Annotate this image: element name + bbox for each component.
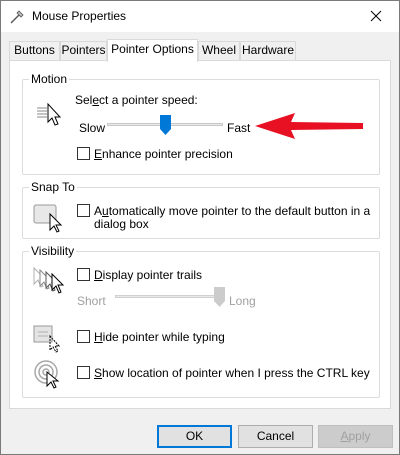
tab-pointers[interactable]: Pointers [60, 41, 107, 60]
snap-to-group-title: Snap To [29, 180, 77, 194]
snap-to-group: Snap To Automatically move pointer to th… [22, 180, 380, 239]
pointer-speed-slider[interactable] [107, 115, 223, 137]
tab-hardware-label: Hardware [241, 43, 295, 57]
trails-long-label: Long [229, 294, 256, 308]
hide-pointer-checkbox[interactable] [77, 330, 90, 343]
snap-to-default-button-icon [33, 204, 63, 233]
enhance-precision-label: Enhance pointer precision [94, 147, 233, 161]
slow-label: Slow [79, 121, 106, 135]
visibility-group: Visibility Display pointer trails Short … [22, 244, 380, 398]
cancel-button[interactable]: Cancel [238, 425, 313, 448]
tab-buttons-label: Buttons [14, 43, 55, 57]
title-bar: Mouse Properties [1, 1, 399, 32]
mouse-properties-window: Mouse Properties Buttons Pointers Pointe… [0, 0, 400, 455]
speed-label: Select a pointer speed: [75, 93, 198, 107]
apply-button[interactable]: Apply [318, 425, 393, 448]
window-title: Mouse Properties [32, 9, 127, 23]
hide-pointer-label: Hide pointer while typing [94, 330, 225, 344]
pointer-trails-label: Display pointer trails [94, 268, 203, 282]
tab-buttons[interactable]: Buttons [9, 41, 60, 60]
snap-to-label-line2: dialog box [94, 217, 149, 231]
tab-hardware[interactable]: Hardware [240, 41, 296, 60]
snap-to-label-line1: Automatically move pointer to the defaul… [94, 204, 371, 218]
tab-wheel[interactable]: Wheel [198, 41, 240, 60]
tab-strip: Buttons Pointers Pointer Options Wheel H… [9, 39, 389, 62]
snap-to-checkbox[interactable] [77, 204, 90, 217]
show-pointer-location-icon [34, 360, 60, 389]
tab-wheel-label: Wheel [201, 43, 236, 57]
pointer-trails-checkbox[interactable] [77, 268, 90, 281]
enhance-precision-checkbox[interactable] [77, 147, 90, 160]
show-location-checkbox[interactable] [77, 366, 90, 379]
close-button[interactable] [353, 1, 399, 32]
close-icon [370, 10, 382, 22]
tab-pointer-options[interactable]: Pointer Options [107, 39, 198, 62]
pointer-speed-icon [37, 102, 62, 126]
tab-pointer-options-label: Pointer Options [111, 42, 194, 56]
speed-slider-thumb[interactable] [160, 115, 171, 135]
annotation-arrow-icon [255, 113, 363, 139]
motion-group-title: Motion [29, 72, 70, 86]
pointer-trails-icon [33, 266, 65, 294]
mouse-pointer-icon [10, 10, 24, 24]
ok-button[interactable]: OK [157, 425, 232, 448]
tab-pointers-label: Pointers [61, 43, 106, 57]
trails-slider-thumb[interactable] [214, 287, 225, 307]
fast-label: Fast [227, 121, 251, 135]
trails-short-label: Short [77, 294, 106, 308]
pointer-trails-slider[interactable] [115, 287, 225, 309]
show-location-label: Show location of pointer when I press th… [94, 366, 370, 380]
visibility-group-title: Visibility [29, 244, 77, 258]
hide-pointer-typing-icon [33, 325, 61, 353]
trails-slider-track [115, 295, 225, 298]
